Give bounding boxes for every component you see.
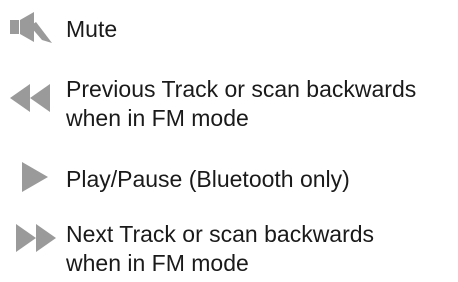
legend-label-mute: Mute: [66, 16, 118, 42]
fast-forward-icon: [14, 224, 58, 252]
play-icon: [22, 162, 50, 192]
legend-label-play-pause: Play/Pause (Bluetooth only): [66, 166, 350, 192]
legend-label-previous-line2: when in FM mode: [66, 105, 249, 131]
rewind-icon: [8, 84, 52, 112]
mute-icon: [8, 10, 52, 44]
legend-label-next-line2: when in FM mode: [66, 250, 249, 276]
legend-label-next-line1: Next Track or scan backwards: [66, 221, 375, 247]
legend-label-previous-line1: Previous Track or scan backwards: [66, 76, 417, 102]
